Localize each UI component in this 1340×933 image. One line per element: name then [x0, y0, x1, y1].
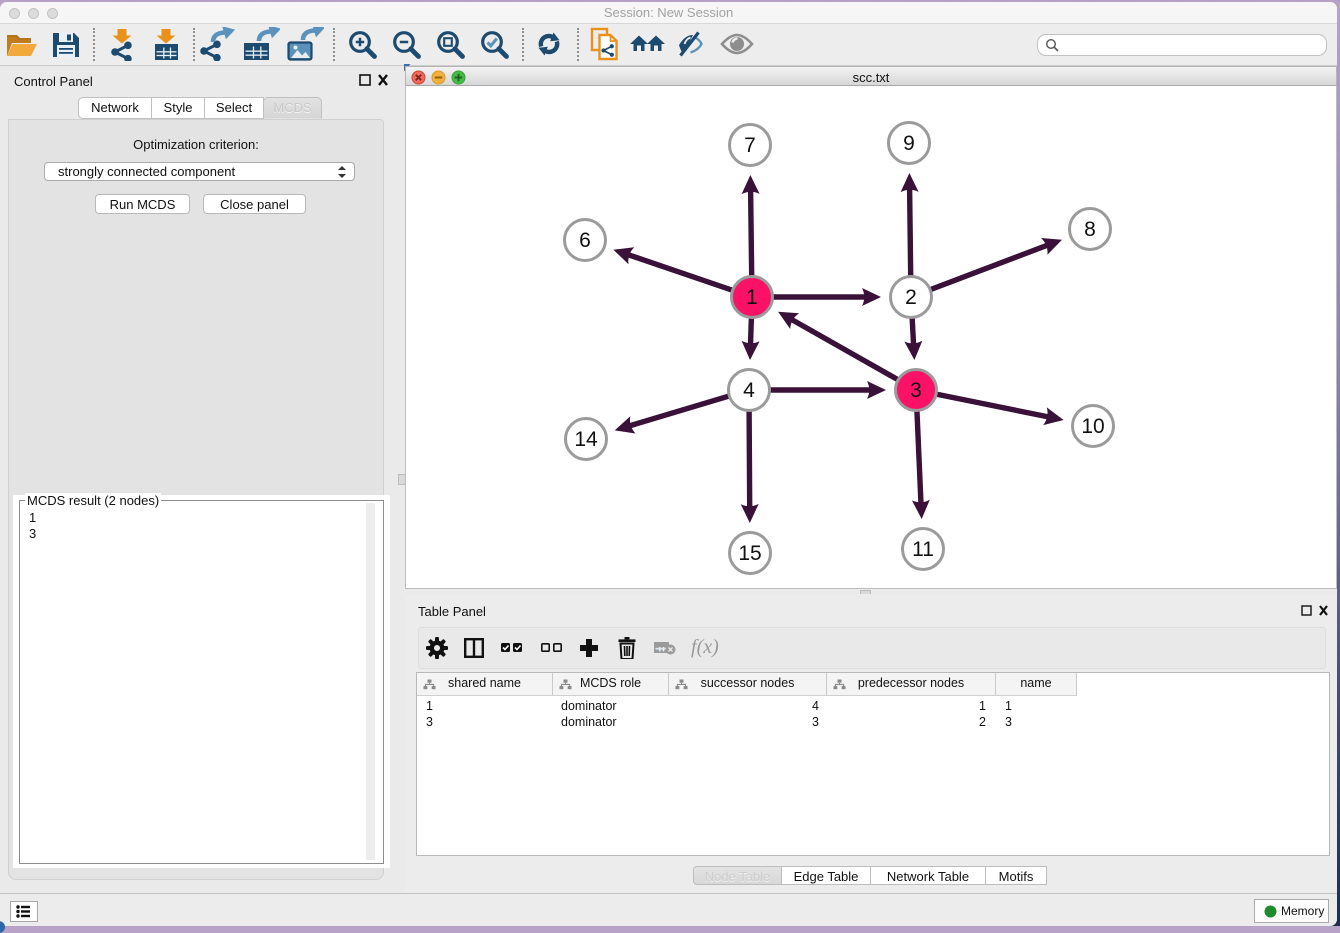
svg-text:4: 4: [743, 379, 755, 402]
svg-text:1: 1: [746, 286, 758, 309]
svg-text:6: 6: [579, 229, 591, 252]
svg-text:10: 10: [1081, 415, 1104, 438]
svg-text:14: 14: [574, 428, 598, 451]
svg-text:7: 7: [744, 134, 756, 157]
svg-text:8: 8: [1084, 218, 1096, 241]
svg-text:9: 9: [903, 132, 915, 155]
svg-text:3: 3: [910, 379, 922, 402]
svg-text:11: 11: [912, 538, 934, 561]
svg-text:2: 2: [905, 286, 917, 309]
svg-text:15: 15: [738, 542, 761, 565]
